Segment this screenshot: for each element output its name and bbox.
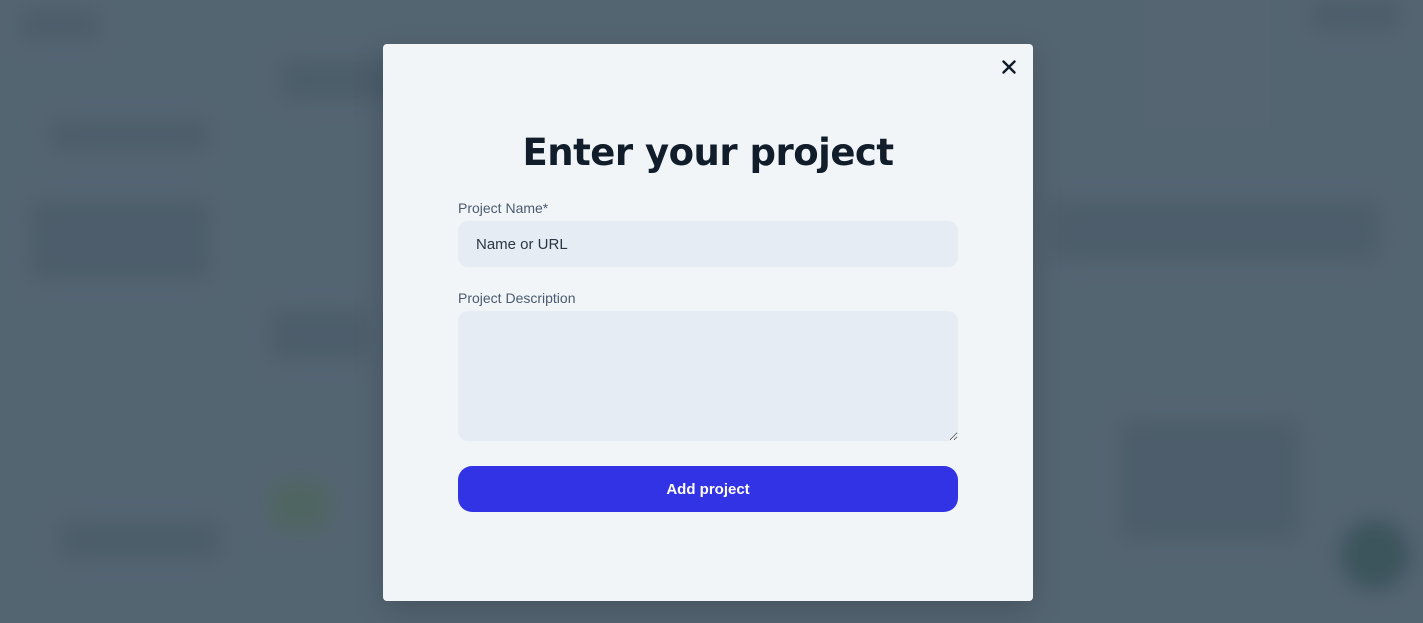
project-description-label: Project Description: [458, 290, 576, 306]
add-project-button[interactable]: Add project: [458, 466, 958, 512]
project-name-input[interactable]: [458, 221, 958, 267]
enter-project-modal: Enter your project Project Name* Project…: [383, 44, 1033, 601]
modal-title: Enter your project: [522, 131, 894, 174]
project-name-label: Project Name*: [458, 200, 549, 216]
close-icon: [1002, 60, 1016, 74]
project-name-field: Project Name*: [458, 200, 958, 267]
project-form: Project Name* Project Description Add pr…: [458, 200, 958, 512]
project-description-field: Project Description: [458, 290, 958, 441]
project-description-textarea[interactable]: [458, 311, 958, 441]
close-button[interactable]: [999, 57, 1019, 77]
